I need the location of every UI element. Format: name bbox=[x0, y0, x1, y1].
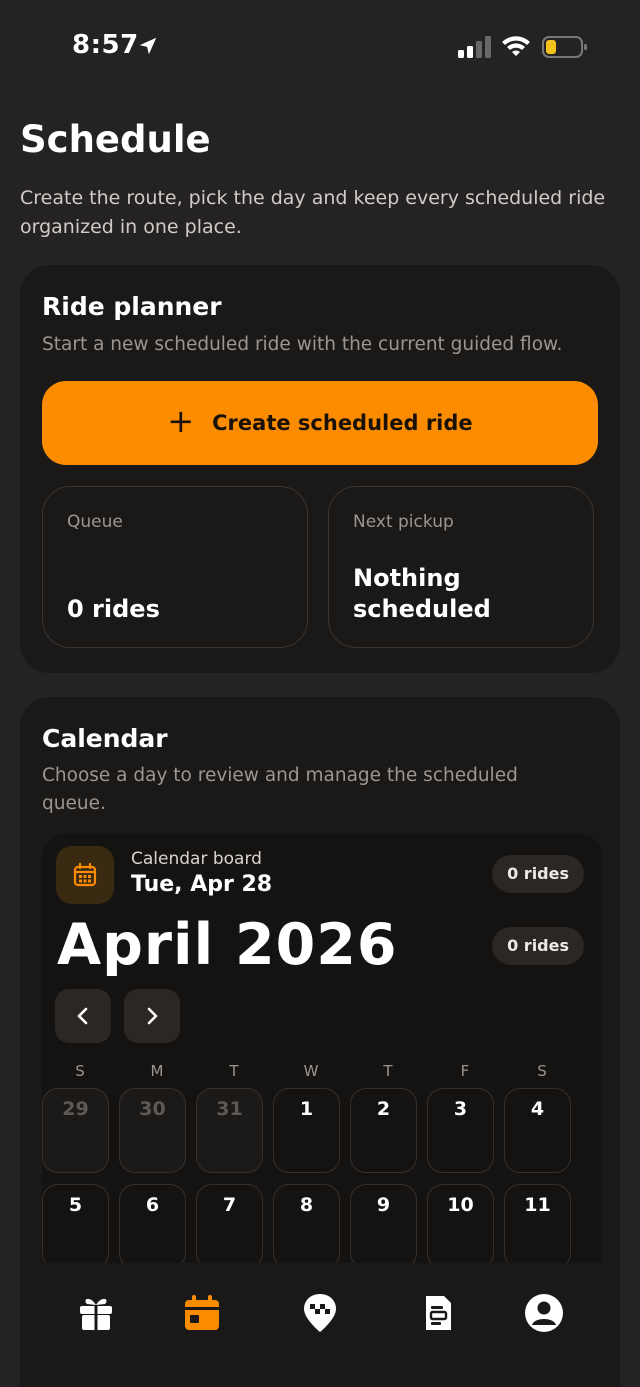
taxi-pin-icon bbox=[304, 1294, 336, 1332]
status-time: 8:57 bbox=[72, 30, 139, 60]
selected-day-count-badge: 0 rides bbox=[492, 855, 584, 893]
create-scheduled-ride-label: Create scheduled ride bbox=[212, 411, 473, 435]
calendar-card: Calendar Choose a day to review and mana… bbox=[20, 697, 620, 1287]
queue-stat: Queue 0 rides bbox=[42, 486, 308, 648]
next-pickup-value: Nothing scheduled bbox=[353, 564, 491, 623]
tab-rides[interactable] bbox=[298, 1291, 342, 1335]
weekday-label: M bbox=[150, 1062, 164, 1080]
weekday-label: W bbox=[303, 1062, 319, 1080]
weekday-label: F bbox=[460, 1062, 470, 1080]
queue-value: 0 rides bbox=[67, 595, 160, 623]
calendar-day-cell[interactable]: 7 bbox=[196, 1184, 263, 1269]
calendar-day-cell[interactable]: 11 bbox=[504, 1184, 571, 1269]
calendar-day-number: 29 bbox=[62, 1098, 89, 1120]
create-scheduled-ride-button[interactable]: + Create scheduled ride bbox=[42, 381, 598, 465]
calendar-day-cell[interactable]: 30 bbox=[119, 1088, 186, 1173]
calendar-day-number: 7 bbox=[222, 1194, 237, 1216]
calendar-day-number: 31 bbox=[216, 1098, 243, 1120]
month-count-badge: 0 rides bbox=[492, 927, 584, 965]
previous-month-button[interactable] bbox=[55, 989, 111, 1043]
calendar-day-cell[interactable]: 6 bbox=[119, 1184, 186, 1269]
calendar-subtitle: Choose a day to review and manage the sc… bbox=[42, 765, 518, 814]
wifi-icon bbox=[502, 36, 530, 56]
month-title: April 2026 bbox=[57, 912, 398, 978]
tab-gifts[interactable] bbox=[74, 1291, 118, 1335]
location-arrow-icon bbox=[139, 37, 157, 55]
calendar-day-cell[interactable]: 29 bbox=[42, 1088, 109, 1173]
calendar-day-number: 2 bbox=[376, 1098, 391, 1120]
gift-icon bbox=[80, 1298, 112, 1330]
battery-icon bbox=[542, 36, 587, 58]
weekday-label: S bbox=[75, 1062, 85, 1080]
calendar-day-number: 6 bbox=[145, 1194, 160, 1216]
calendar-day-number: 1 bbox=[299, 1098, 314, 1120]
calendar-icon bbox=[73, 862, 97, 887]
calendar-day-cell[interactable]: 10 bbox=[427, 1184, 494, 1269]
calendar-day-number: 8 bbox=[299, 1194, 314, 1216]
next-pickup-label: Next pickup bbox=[353, 512, 454, 532]
weekday-label: T bbox=[229, 1062, 239, 1080]
page-subtitle: Create the route, pick the day and keep … bbox=[20, 187, 606, 238]
next-month-button[interactable] bbox=[124, 989, 180, 1043]
calendar-day-cell[interactable]: 9 bbox=[350, 1184, 417, 1269]
calendar-icon bbox=[185, 1295, 219, 1330]
calendar-day-cell[interactable]: 2 bbox=[350, 1088, 417, 1173]
next-pickup-stat: Next pickup Nothing scheduled bbox=[328, 486, 594, 648]
profile-icon bbox=[525, 1294, 563, 1332]
weekday-label: S bbox=[537, 1062, 547, 1080]
weekday-label: T bbox=[383, 1062, 393, 1080]
ride-planner-title: Ride planner bbox=[42, 292, 222, 321]
ride-planner-subtitle: Start a new scheduled ride with the curr… bbox=[42, 334, 563, 355]
calendar-day-number: 3 bbox=[453, 1098, 468, 1120]
calendar-day-cell[interactable]: 3 bbox=[427, 1088, 494, 1173]
ride-planner-card: Ride planner Start a new scheduled ride … bbox=[20, 265, 620, 673]
bottom-tab-bar bbox=[20, 1263, 620, 1387]
tab-schedule[interactable] bbox=[180, 1291, 224, 1335]
calendar-day-cell[interactable]: 4 bbox=[504, 1088, 571, 1173]
calendar-title: Calendar bbox=[42, 724, 168, 753]
calendar-day-number: 9 bbox=[376, 1194, 391, 1216]
queue-label: Queue bbox=[67, 512, 123, 532]
chevron-right-icon bbox=[147, 1007, 158, 1025]
calendar-day-cell[interactable]: 5 bbox=[42, 1184, 109, 1269]
chevron-left-icon bbox=[77, 1007, 88, 1025]
calendar-day-number: 5 bbox=[68, 1194, 83, 1216]
calendar-day-number: 10 bbox=[447, 1194, 474, 1216]
cellular-signal-icon bbox=[458, 36, 491, 58]
tab-profile[interactable] bbox=[522, 1291, 566, 1335]
calendar-day-number: 11 bbox=[524, 1194, 551, 1216]
calendar-day-number: 4 bbox=[530, 1098, 545, 1120]
selected-date: Tue, Apr 28 bbox=[131, 872, 273, 897]
calendar-day-number: 30 bbox=[139, 1098, 166, 1120]
calendar-day-cell[interactable]: 31 bbox=[196, 1088, 263, 1173]
plus-icon: + bbox=[167, 402, 195, 440]
calendar-day-cell[interactable]: 1 bbox=[273, 1088, 340, 1173]
calendar-board: Calendar board Tue, Apr 28 0 rides April… bbox=[42, 834, 602, 1287]
tab-documents[interactable] bbox=[416, 1291, 460, 1335]
receipt-icon bbox=[426, 1296, 451, 1330]
calendar-board-icon bbox=[56, 846, 114, 904]
calendar-board-label: Calendar board bbox=[131, 849, 262, 869]
page-title: Schedule bbox=[20, 118, 211, 161]
status-bar: 8:57 bbox=[0, 0, 640, 95]
calendar-day-cell[interactable]: 8 bbox=[273, 1184, 340, 1269]
